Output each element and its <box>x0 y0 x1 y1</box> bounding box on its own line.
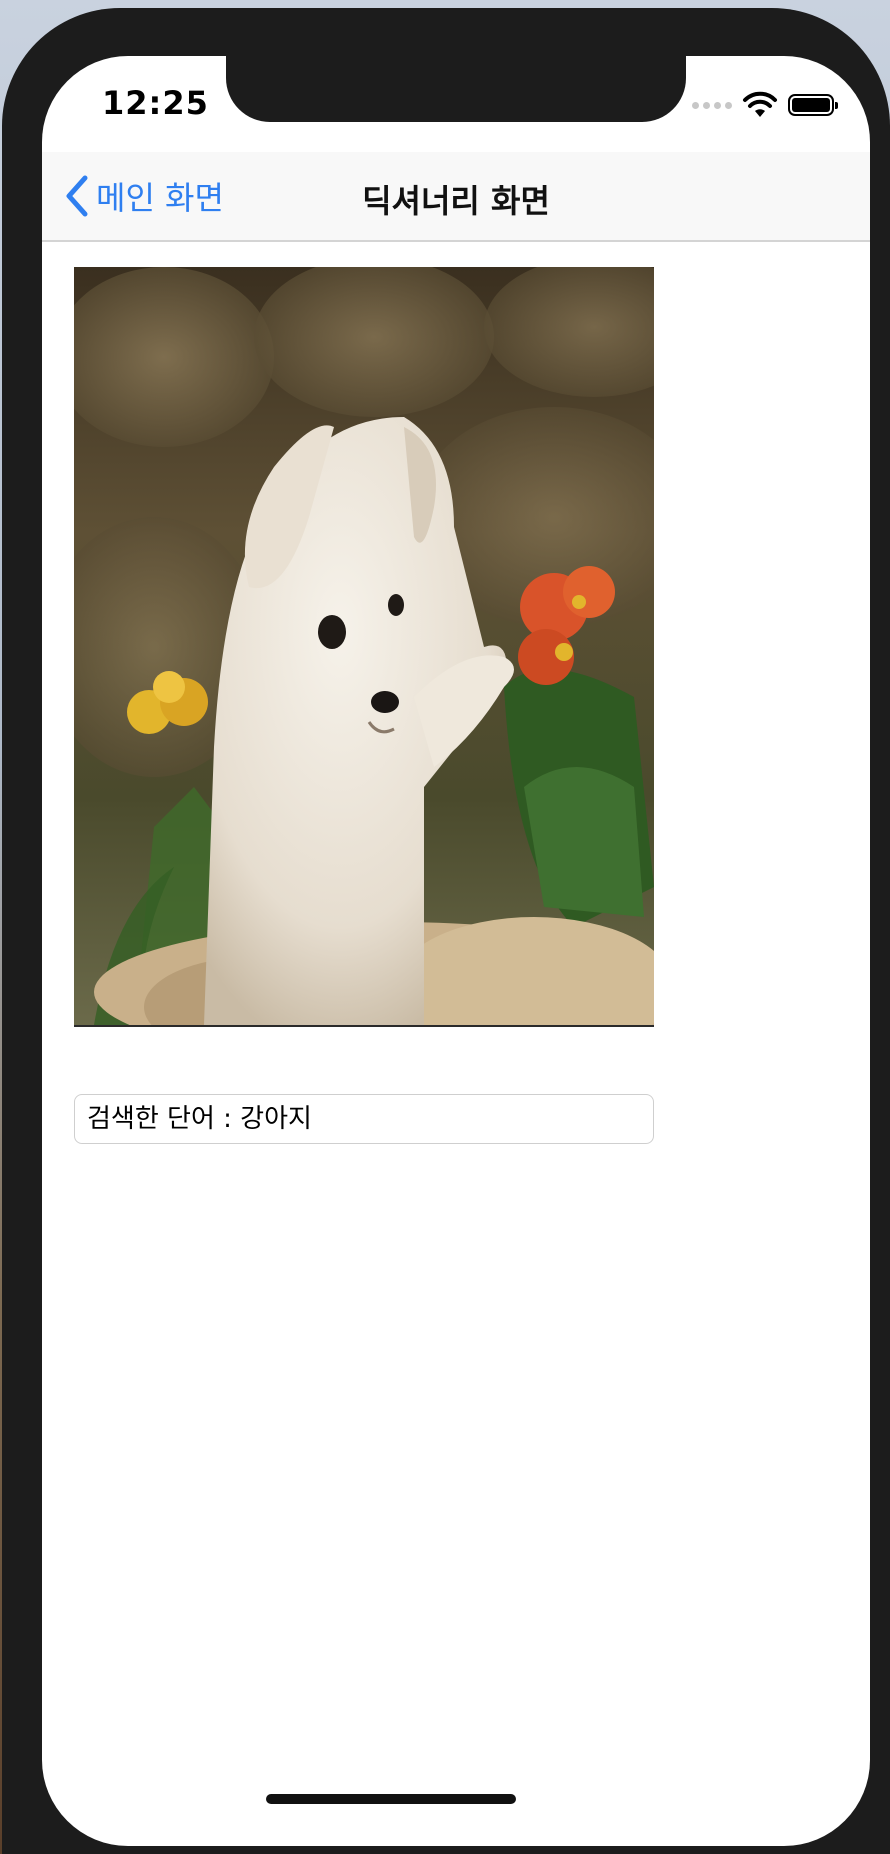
battery-icon <box>788 94 838 116</box>
home-indicator[interactable] <box>266 1794 516 1804</box>
status-time: 12:25 <box>102 84 209 122</box>
searched-word-field: 검색한 단어 : 강아지 <box>74 1094 654 1144</box>
device-notch <box>226 56 686 122</box>
iphone-frame: 12:25 메인 화면 딕셔너리 화면 검색한 단어: 강아지 <box>2 8 890 1854</box>
page-title: 딕셔너리 화면 <box>362 182 550 220</box>
puppy-photo <box>74 267 654 1027</box>
navigation-bar: 메인 화면 딕셔너리 화면 <box>42 152 870 242</box>
cellular-signal-icon <box>692 101 732 109</box>
status-indicators <box>692 90 838 120</box>
wifi-icon <box>743 91 777 117</box>
phone-screen: 12:25 메인 화면 딕셔너리 화면 검색한 단어: 강아지 <box>42 56 870 1846</box>
